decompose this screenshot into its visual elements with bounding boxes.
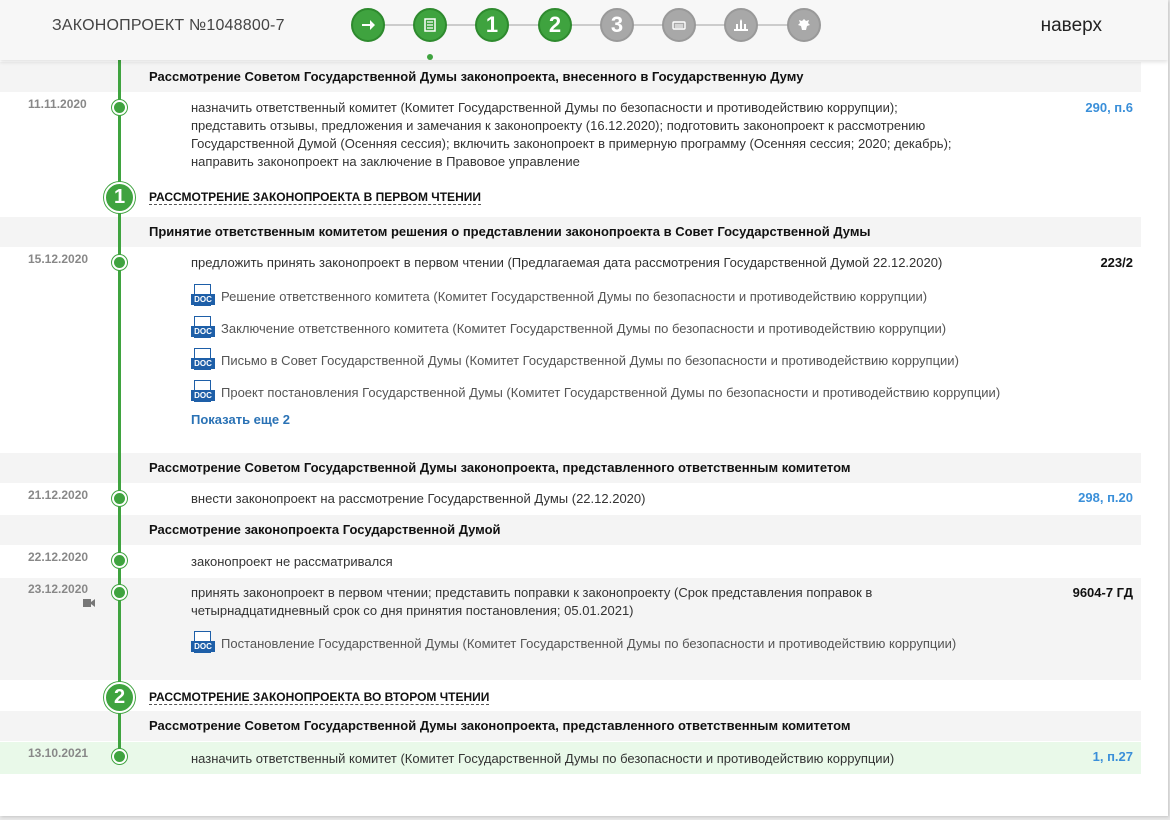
event-text-line: направить законопроект на заключение в П… <box>191 154 580 169</box>
section-header: Рассмотрение законопроекта Государственн… <box>0 515 1141 545</box>
stage-president[interactable] <box>787 8 821 42</box>
event-text: предложить принять законопроект в первом… <box>191 255 943 270</box>
timeline-node <box>112 553 127 568</box>
event-text: внести законопроект на рассмотрение Госу… <box>191 491 646 506</box>
document-title: Заключение ответственного комитета (Коми… <box>221 320 947 336</box>
event-text-line: принять законопроект в первом чтении; пр… <box>191 585 873 600</box>
event-ref-link[interactable]: 1, п.27 <box>1093 749 1133 764</box>
stage-title-first-reading[interactable]: РАССМОТРЕНИЕ ЗАКОНОПРОЕКТА В ПЕРВОМ ЧТЕН… <box>149 190 481 205</box>
event-text-line: Государственной Думой (Осенняя сессия); … <box>191 136 952 151</box>
document-link[interactable]: DOC Письмо в Совет Государственной Думы … <box>191 348 959 372</box>
event-ref: 223/2 <box>1100 255 1133 270</box>
bill-page: ЗАКОНОПРОЕКТ №1048800-7 1 2 3 наверх Рас… <box>0 0 1168 816</box>
event-date: 21.12.2020 <box>28 488 89 502</box>
event-date: 22.12.2020 <box>28 550 89 564</box>
stage-third-reading-label: 3 <box>610 12 624 37</box>
stage-third-reading[interactable]: 3 <box>600 8 634 42</box>
building-icon <box>734 19 748 31</box>
event-row: 11.11.2020 назначить ответственный комит… <box>0 92 1141 180</box>
stage-council[interactable] <box>662 8 696 42</box>
doc-file-icon: DOC <box>191 284 215 308</box>
stage-title-second-reading[interactable]: РАССМОТРЕНИЕ ЗАКОНОПРОЕКТА ВО ВТОРОМ ЧТЕ… <box>149 690 490 705</box>
event-row: 21.12.2020 внести законопроект на рассмо… <box>0 484 1141 516</box>
doc-file-icon: DOC <box>191 631 215 655</box>
arrow-right-icon <box>362 20 375 30</box>
document-list-icon <box>424 18 436 32</box>
event-text: законопроект не рассматривался <box>191 554 393 569</box>
event-ref-link[interactable]: 298, п.20 <box>1078 490 1133 505</box>
header-bar: ЗАКОНОПРОЕКТ №1048800-7 1 2 3 наверх <box>0 0 1168 60</box>
doc-file-icon: DOC <box>191 348 215 372</box>
section-header: Рассмотрение Советом Государственной Дум… <box>0 453 1141 483</box>
event-text: назначить ответственный комитет (Комитет… <box>191 99 1011 171</box>
council-icon <box>672 21 686 30</box>
document-title: Решение ответственного комитета (Комитет… <box>221 288 928 304</box>
stage-marker-first: 1 <box>104 182 135 213</box>
stage-marker-second: 2 <box>104 682 135 713</box>
stage-navigator: 1 2 3 <box>351 8 823 60</box>
timeline-node <box>112 100 127 115</box>
show-more-link[interactable]: Показать еще 2 <box>191 412 290 427</box>
document-link[interactable]: DOC Проект постановления Государственной… <box>191 380 1000 404</box>
event-row: 13.10.2021 назначить ответственный комит… <box>0 742 1141 774</box>
event-date: 11.11.2020 <box>28 97 87 111</box>
doc-file-icon: DOC <box>191 316 215 340</box>
event-text: принять законопроект в первом чтении; пр… <box>191 584 1011 620</box>
document-title: Письмо в Совет Государственной Думы (Ком… <box>221 352 959 368</box>
document-title: Проект постановления Государственной Дум… <box>221 384 1001 400</box>
document-link[interactable]: DOC Заключение ответственного комитета (… <box>191 316 946 340</box>
event-text-line: представить отзывы, предложения и замеча… <box>191 118 926 133</box>
document-link[interactable]: DOC Постановление Государственной Думы (… <box>191 631 956 655</box>
event-text-line: назначить ответственный комитет (Комитет… <box>191 100 898 115</box>
section-header: Принятие ответственным комитетом решения… <box>0 217 1141 247</box>
current-stage-indicator <box>427 54 433 60</box>
bill-title: ЗАКОНОПРОЕКТ №1048800-7 <box>52 17 285 34</box>
stage-preliminary[interactable] <box>413 8 447 42</box>
video-icon[interactable] <box>83 599 95 607</box>
stage-federation[interactable] <box>724 8 758 42</box>
stage-first-reading[interactable]: 1 <box>475 8 509 42</box>
event-row: 22.12.2020 законопроект не рассматривалс… <box>0 546 1141 578</box>
timeline-node <box>112 255 127 270</box>
stage-second-reading[interactable]: 2 <box>538 8 572 42</box>
timeline-node <box>112 749 127 764</box>
stage-first-reading-label: 1 <box>485 12 499 37</box>
timeline-line <box>118 60 121 758</box>
event-date: 15.12.2020 <box>28 252 89 266</box>
emblem-icon <box>798 19 810 30</box>
document-title: Постановление Государственной Думы (Коми… <box>221 635 957 651</box>
scroll-top-link[interactable]: наверх <box>1041 15 1102 37</box>
doc-file-icon: DOC <box>191 380 215 404</box>
event-text-line: четырнадцатидневный срок со дня принятия… <box>191 603 634 618</box>
document-link[interactable]: DOC Решение ответственного комитета (Ком… <box>191 284 927 308</box>
timeline-node <box>112 585 127 600</box>
section-header: Рассмотрение Советом Государственной Дум… <box>0 711 1141 741</box>
event-ref-link[interactable]: 290, п.6 <box>1085 100 1133 115</box>
event-text: назначить ответственный комитет (Комитет… <box>191 751 895 766</box>
timeline-node <box>112 491 127 506</box>
stage-submitted[interactable] <box>351 8 385 42</box>
section-header: Рассмотрение Советом Государственной Дум… <box>0 62 1141 92</box>
event-date: 23.12.2020 <box>28 582 89 596</box>
event-date: 13.10.2021 <box>28 746 89 760</box>
event-ref: 9604-7 ГД <box>1072 585 1133 600</box>
event-row: 15.12.2020 предложить принять законопрое… <box>0 248 1141 456</box>
stage-second-reading-label: 2 <box>548 12 562 37</box>
event-row: 23.12.2020 принять законопроект в первом… <box>0 578 1141 680</box>
